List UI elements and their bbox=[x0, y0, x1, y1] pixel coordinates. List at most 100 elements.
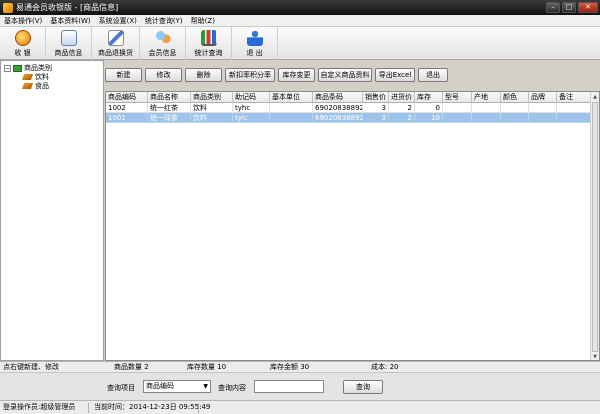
table-cell: tylc bbox=[233, 113, 270, 123]
col-header-origin[interactable]: 产地 bbox=[472, 92, 501, 103]
tree-item-food[interactable]: 食品 bbox=[21, 81, 49, 91]
window-title: 易通会员收银版 - [商品信息] bbox=[16, 3, 119, 12]
new-button[interactable]: 新建 bbox=[105, 68, 142, 82]
table-cell: 10 bbox=[415, 113, 443, 123]
menu-basic-ops[interactable]: 基本操作(V) bbox=[0, 16, 46, 26]
toolbar-cashier-label: 收 银 bbox=[14, 49, 31, 57]
discount-points-button[interactable]: 新扣率积分率 bbox=[225, 68, 275, 82]
delete-button[interactable]: 删除 bbox=[185, 68, 222, 82]
query-content-label: 查询内容 bbox=[218, 384, 246, 392]
title-bar: 易通会员收银版 - [商品信息] – □ ✕ bbox=[0, 0, 600, 15]
status-operator: 登录操作员:超级管理员 bbox=[3, 403, 76, 411]
col-header-barcode[interactable]: 商品条码 bbox=[313, 92, 363, 103]
status-time: 当前时间：2014-12-23日 09:55:49 bbox=[94, 403, 211, 411]
tree-collapse-toggle[interactable]: − bbox=[4, 64, 11, 72]
status-bar: 登录操作员:超级管理员 当前时间：2014-12-23日 09:55:49 bbox=[0, 400, 600, 414]
stock-change-button[interactable]: 库存变更 bbox=[278, 68, 315, 82]
status-separator bbox=[198, 403, 199, 413]
menu-help[interactable]: 帮助(Z) bbox=[187, 16, 219, 26]
users-icon bbox=[154, 30, 171, 46]
app-icon bbox=[3, 2, 13, 13]
table-header: 商品编码 商品名称 商品类别 助记码 基本单位 商品条码 销售价 进货价 库存 … bbox=[106, 92, 592, 103]
table-cell bbox=[472, 103, 501, 113]
table-cell: 统一红茶 bbox=[148, 103, 191, 113]
menu-system-settings[interactable]: 系统设置(X) bbox=[95, 16, 141, 26]
exit-panel-button[interactable]: 退出 bbox=[418, 68, 448, 82]
edit-button[interactable]: 修改 bbox=[145, 68, 182, 82]
table-cell bbox=[443, 103, 472, 113]
table-cell: 0 bbox=[415, 103, 443, 113]
col-header-sale-price[interactable]: 销售价 bbox=[363, 92, 389, 103]
pen-icon bbox=[107, 30, 124, 46]
scroll-up-arrow[interactable]: ▲ bbox=[592, 93, 598, 101]
table-cell: 1002 bbox=[106, 103, 148, 113]
table-cell bbox=[557, 113, 592, 123]
close-button[interactable]: ✕ bbox=[578, 2, 598, 13]
table-cell bbox=[270, 103, 313, 113]
col-header-mnemonic[interactable]: 助记码 bbox=[233, 92, 270, 103]
col-header-cost-price[interactable]: 进货价 bbox=[389, 92, 415, 103]
exit-icon bbox=[246, 30, 263, 46]
col-header-color[interactable]: 颜色 bbox=[501, 92, 529, 103]
table-cell: 饮料 bbox=[191, 113, 233, 123]
toolbar-member-info-label: 会员信息 bbox=[148, 49, 177, 57]
toolbar-cashier-button[interactable]: 收 银 bbox=[0, 27, 46, 60]
export-excel-button[interactable]: 导出Excel bbox=[375, 68, 415, 82]
col-header-category[interactable]: 商品类别 bbox=[191, 92, 233, 103]
scroll-thumb[interactable] bbox=[592, 102, 598, 352]
table-cell bbox=[443, 113, 472, 123]
scroll-down-arrow[interactable]: ▼ bbox=[592, 353, 598, 360]
coin-icon bbox=[14, 30, 31, 46]
minimize-button[interactable]: – bbox=[546, 2, 560, 13]
toolbar-member-info-button[interactable]: 会员信息 bbox=[140, 27, 186, 60]
query-item-label: 查询项目 bbox=[107, 384, 135, 392]
toolbar-returns-button[interactable]: 商品退换货 bbox=[92, 27, 140, 60]
table-cell bbox=[472, 113, 501, 123]
toolbar: 收 银 商品信息 商品退换货 会员信息 统计查询 退 出 bbox=[0, 27, 600, 60]
col-header-code[interactable]: 商品编码 bbox=[106, 92, 148, 103]
table-cell: 统一绿茶 bbox=[148, 113, 191, 123]
col-header-remark[interactable]: 备注 bbox=[557, 92, 592, 103]
query-item-value: 商品编码 bbox=[146, 382, 174, 390]
table-cell: 饮料 bbox=[191, 103, 233, 113]
table-cell bbox=[501, 113, 529, 123]
query-button[interactable]: 查询 bbox=[343, 380, 383, 394]
table-cell: 2 bbox=[389, 103, 415, 113]
menu-basic-data[interactable]: 基本资料(W) bbox=[46, 16, 94, 26]
toolbar-statistics-label: 统计查询 bbox=[194, 49, 223, 57]
table-vertical-scrollbar[interactable]: ▲ ▼ bbox=[590, 92, 599, 360]
col-header-stock[interactable]: 库存 bbox=[415, 92, 443, 103]
table-cell: 6902083889296 bbox=[313, 113, 363, 123]
toolbar-exit-button[interactable]: 退 出 bbox=[232, 27, 278, 60]
toolbar-exit-label: 退 出 bbox=[246, 49, 263, 57]
action-bar: 新建 修改 删除 新扣率积分率 库存变更 自定义商品资料 导出Excel 退出 bbox=[105, 68, 451, 82]
table-cell: 2 bbox=[389, 113, 415, 123]
toolbar-product-info-button[interactable]: 商品信息 bbox=[46, 27, 92, 60]
col-header-name[interactable]: 商品名称 bbox=[148, 92, 191, 103]
menu-statistics[interactable]: 统计查询(Y) bbox=[141, 16, 187, 26]
table-cell bbox=[501, 103, 529, 113]
table-cell: 3 bbox=[363, 103, 389, 113]
query-item-select[interactable]: 商品编码 ▼ bbox=[143, 380, 211, 393]
folder-icon bbox=[13, 64, 22, 72]
table-cell bbox=[529, 113, 557, 123]
query-content-input[interactable] bbox=[254, 380, 324, 393]
table-cell bbox=[529, 103, 557, 113]
maximize-button[interactable]: □ bbox=[562, 2, 576, 13]
custom-product-data-button[interactable]: 自定义商品资料 bbox=[318, 68, 372, 82]
category-tree: − 商品类别 饮料 食品 bbox=[0, 60, 104, 361]
toolbar-returns-label: 商品退换货 bbox=[98, 49, 133, 57]
table-row[interactable]: 1002 统一红茶 饮料 tyhc 6902083889296 3 2 0 bbox=[106, 103, 592, 113]
table-cell: 3 bbox=[363, 113, 389, 123]
table-cell: tyhc bbox=[233, 103, 270, 113]
table-cell: 1001 bbox=[106, 113, 148, 123]
col-header-unit[interactable]: 基本单位 bbox=[270, 92, 313, 103]
category-icon bbox=[21, 83, 34, 89]
col-header-brand[interactable]: 品牌 bbox=[529, 92, 557, 103]
table-row-selected[interactable]: 1001 统一绿茶 饮料 tylc 6902083889296 3 2 10 bbox=[106, 113, 592, 123]
product-table: 商品编码 商品名称 商品类别 助记码 基本单位 商品条码 销售价 进货价 库存 … bbox=[105, 91, 600, 361]
menu-bar: 基本操作(V) 基本资料(W) 系统设置(X) 统计查询(Y) 帮助(Z) bbox=[0, 15, 600, 27]
col-header-model[interactable]: 型号 bbox=[443, 92, 472, 103]
query-bar: 查询项目 商品编码 ▼ 查询内容 查询 bbox=[0, 372, 600, 400]
toolbar-statistics-button[interactable]: 统计查询 bbox=[186, 27, 232, 60]
